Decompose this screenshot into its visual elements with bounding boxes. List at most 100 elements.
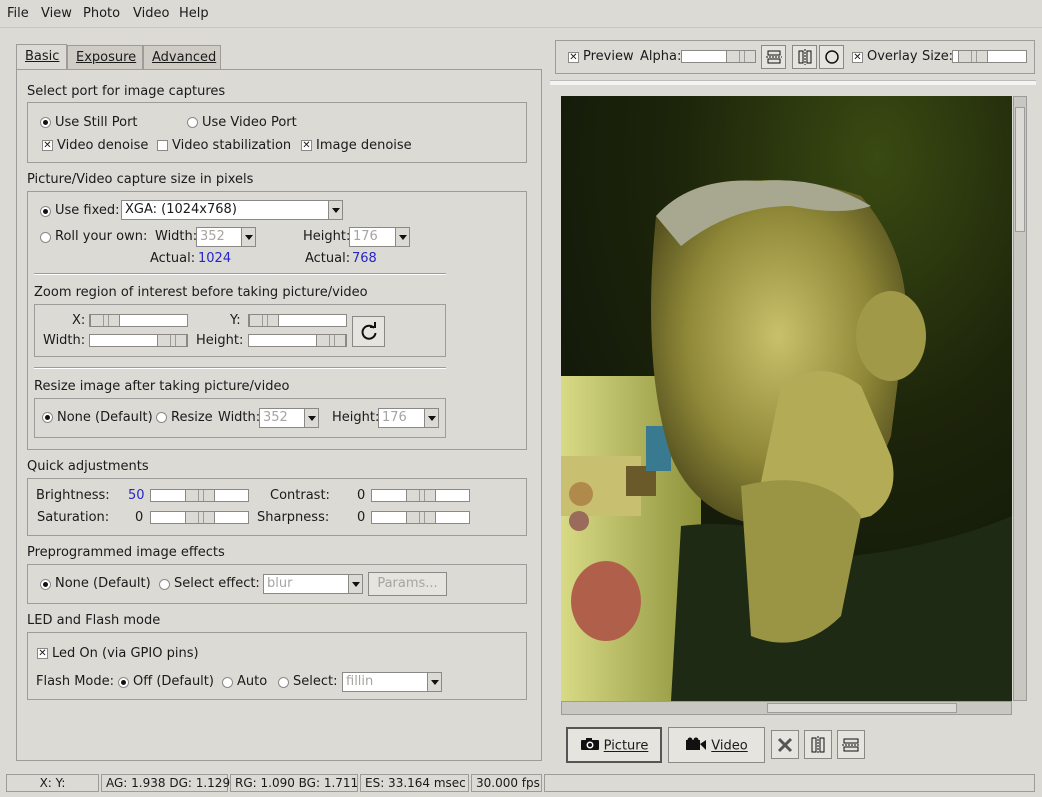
close-icon	[777, 737, 793, 753]
menu-view[interactable]: View	[41, 6, 72, 21]
status-fps: 30.000 fps	[471, 774, 542, 792]
resize-label[interactable]: Resize	[171, 410, 213, 425]
zoom-width-slider[interactable]	[89, 334, 188, 347]
effect-none-radio[interactable]	[40, 579, 51, 590]
hflip-button[interactable]	[761, 45, 786, 69]
use-fixed-radio[interactable]	[40, 206, 51, 217]
zoom-height-slider[interactable]	[248, 334, 347, 347]
flash-select-label[interactable]: Select:	[293, 674, 337, 689]
effect-none-label[interactable]: None (Default)	[55, 576, 151, 591]
image-denoise-label[interactable]: Image denoise	[316, 138, 412, 153]
rotate-button[interactable]	[819, 45, 844, 69]
flash-select-combo[interactable]: fillin	[342, 672, 442, 692]
preview-checkbox[interactable]: ✕	[568, 52, 579, 63]
led-on-checkbox[interactable]: ✕	[37, 648, 48, 659]
menubar: File View Photo Video Help	[0, 0, 1042, 28]
contrast-label: Contrast:	[270, 488, 330, 503]
zoom-y-label: Y:	[230, 313, 241, 328]
preview-horizontal-scrollbar[interactable]	[561, 701, 1012, 715]
still-port-label[interactable]: Use Still Port	[55, 115, 138, 130]
hscroll-thumb[interactable]	[767, 703, 957, 713]
flash-off-radio[interactable]	[118, 677, 129, 688]
saturation-value: 0	[135, 510, 144, 525]
roll-own-radio[interactable]	[40, 232, 51, 243]
zoom-reset-button[interactable]	[352, 316, 385, 347]
overlay-checkbox[interactable]: ✕	[852, 52, 863, 63]
flash-auto-radio[interactable]	[222, 677, 233, 688]
sharpness-slider[interactable]	[371, 511, 470, 524]
sharpness-value: 0	[357, 510, 366, 525]
flash-select-radio[interactable]	[278, 677, 289, 688]
resize-none-radio[interactable]	[42, 412, 53, 423]
preview-vertical-scrollbar[interactable]	[1013, 96, 1027, 701]
menu-video[interactable]: Video	[133, 6, 169, 21]
saturation-slider[interactable]	[150, 511, 249, 524]
status-rg-bg: RG: 1.090 BG: 1.711	[230, 774, 358, 792]
size-slider[interactable]	[952, 50, 1027, 63]
saturation-label: Saturation:	[37, 510, 110, 525]
camera-preview-image	[561, 96, 1012, 701]
zoom-x-slider[interactable]	[89, 314, 188, 327]
flash-auto-label[interactable]: Auto	[237, 674, 267, 689]
tab-advanced[interactable]: Advanced	[143, 45, 221, 69]
flip-horizontal-icon	[765, 50, 782, 64]
roll-own-label[interactable]: Roll your own:	[55, 229, 147, 244]
resize-none-label[interactable]: None (Default)	[57, 410, 153, 425]
use-fixed-label[interactable]: Use fixed:	[55, 203, 120, 218]
preview-photo	[561, 96, 1012, 701]
resize-height-combo[interactable]: 176	[378, 408, 439, 428]
actual-width-label: Actual:	[150, 251, 196, 266]
video-stabilization-checkbox[interactable]	[157, 140, 168, 151]
picture-button[interactable]: Picture	[566, 727, 662, 763]
vflip-button[interactable]	[792, 45, 817, 69]
roll-height-label: Height:	[303, 229, 351, 244]
video-camera-icon	[685, 737, 707, 755]
roll-height-combo[interactable]: 176	[349, 227, 410, 247]
overlay-label[interactable]: Overlay	[867, 49, 918, 64]
tab-basic[interactable]: Basic	[16, 44, 67, 70]
resize-radio[interactable]	[156, 412, 167, 423]
contrast-value: 0	[357, 488, 366, 503]
brightness-slider[interactable]	[150, 489, 249, 502]
vscroll-thumb[interactable]	[1015, 107, 1025, 232]
alpha-slider[interactable]	[681, 50, 756, 63]
still-port-radio[interactable]	[40, 117, 51, 128]
params-button[interactable]: Params...	[368, 572, 447, 596]
fixed-size-combo[interactable]: XGA: (1024x768)	[121, 200, 343, 220]
video-port-label[interactable]: Use Video Port	[202, 115, 297, 130]
status-ag-dg: AG: 1.938 DG: 1.129	[101, 774, 230, 792]
capture-section-title: Picture/Video capture size in pixels	[27, 172, 254, 187]
image-denoise-checkbox[interactable]: ✕	[301, 140, 312, 151]
port-frame	[27, 102, 527, 163]
zoom-y-slider[interactable]	[248, 314, 347, 327]
chevron-down-icon	[328, 201, 342, 219]
video-button[interactable]: Video	[668, 727, 765, 763]
menu-file[interactable]: File	[7, 6, 29, 21]
effect-select-label[interactable]: Select effect:	[174, 576, 260, 591]
roll-width-combo[interactable]: 352	[196, 227, 256, 247]
contrast-slider[interactable]	[371, 489, 470, 502]
menu-help[interactable]: Help	[179, 6, 209, 21]
zoom-section-title: Zoom region of interest before taking pi…	[34, 285, 368, 300]
flash-mode-label: Flash Mode:	[36, 674, 114, 689]
video-denoise-label[interactable]: Video denoise	[57, 138, 148, 153]
video-port-radio[interactable]	[187, 117, 198, 128]
video-stabilization-label[interactable]: Video stabilization	[172, 138, 291, 153]
status-xy: X: Y:	[6, 774, 99, 792]
resize-width-combo[interactable]: 352	[259, 408, 319, 428]
pane-divider[interactable]	[550, 80, 1036, 85]
delete-button[interactable]	[771, 730, 799, 759]
effect-combo[interactable]: blur	[263, 574, 363, 594]
zoom-width-label: Width:	[43, 333, 86, 348]
video-denoise-checkbox[interactable]: ✕	[42, 140, 53, 151]
menu-photo[interactable]: Photo	[83, 6, 120, 21]
image-vflip-button[interactable]	[804, 730, 832, 759]
preview-label[interactable]: Preview	[583, 49, 634, 64]
flash-off-label[interactable]: Off (Default)	[133, 674, 214, 689]
status-es: ES: 33.164 msec	[360, 774, 469, 792]
effect-select-radio[interactable]	[159, 579, 170, 590]
led-frame	[27, 632, 527, 700]
tab-exposure[interactable]: Exposure	[67, 45, 143, 69]
led-on-label[interactable]: Led On (via GPIO pins)	[52, 646, 199, 661]
image-hflip-button[interactable]	[837, 730, 865, 759]
